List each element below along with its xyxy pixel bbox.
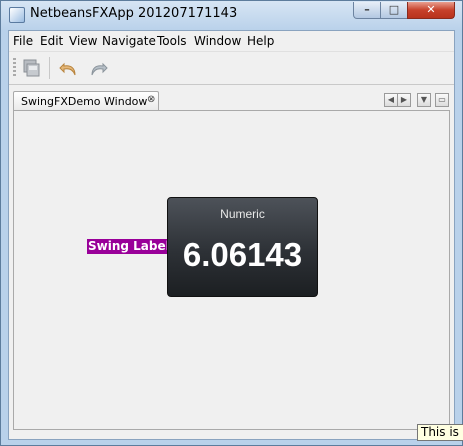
tab-label: SwingFXDemo Window (21, 95, 148, 108)
toolbar (9, 52, 454, 85)
toolbar-grip[interactable] (13, 58, 16, 78)
undo-icon[interactable] (57, 56, 81, 80)
window-title: NetbeansFXApp 201207171143 (30, 6, 238, 21)
editor-panel: Swing Label Numeric 6.06143 (13, 110, 450, 430)
close-button[interactable]: ✕ (407, 2, 455, 19)
tab-close-icon[interactable]: ⊗ (147, 94, 155, 105)
maximize-button[interactable]: □ (380, 2, 408, 19)
toolbar-separator (49, 57, 50, 79)
maximize-window-icon[interactable]: ▭ (435, 93, 449, 107)
scroll-left-icon[interactable]: ◀ (384, 93, 398, 107)
menu-tools[interactable]: Tools (157, 34, 187, 48)
swing-label: Swing Label (87, 239, 171, 254)
menu-help[interactable]: Help (247, 34, 274, 48)
menu-view[interactable]: View (69, 34, 97, 48)
editor-area: SwingFXDemo Window ⊗ ◀ ▶ ▼ ▭ Swing Label… (11, 89, 452, 437)
minimize-button[interactable]: – (353, 2, 381, 19)
menu-edit[interactable]: Edit (40, 34, 63, 48)
scroll-right-icon[interactable]: ▶ (397, 93, 411, 107)
lcd-title: Numeric (220, 207, 265, 221)
client-area: File Edit View Navigate Tools Window Hel… (8, 30, 455, 440)
app-icon (9, 7, 25, 23)
lcd-value: 6.06143 (182, 236, 303, 273)
menu-window[interactable]: Window (194, 34, 241, 48)
menu-navigate[interactable]: Navigate (102, 34, 156, 48)
app-window: NetbeansFXApp 201207171143 – □ ✕ File Ed… (0, 0, 463, 446)
title-bar[interactable]: NetbeansFXApp 201207171143 – □ ✕ (1, 1, 462, 29)
tooltip: This is a (417, 424, 463, 441)
menu-bar: File Edit View Navigate Tools Window Hel… (9, 31, 454, 52)
documents-dropdown-icon[interactable]: ▼ (417, 93, 431, 107)
save-all-icon[interactable] (19, 56, 43, 80)
lcd-display: Numeric 6.06143 (167, 197, 318, 297)
menu-file[interactable]: File (13, 34, 33, 48)
redo-icon[interactable] (86, 56, 110, 80)
tab-swingfxdemo-window[interactable]: SwingFXDemo Window ⊗ (13, 91, 159, 110)
